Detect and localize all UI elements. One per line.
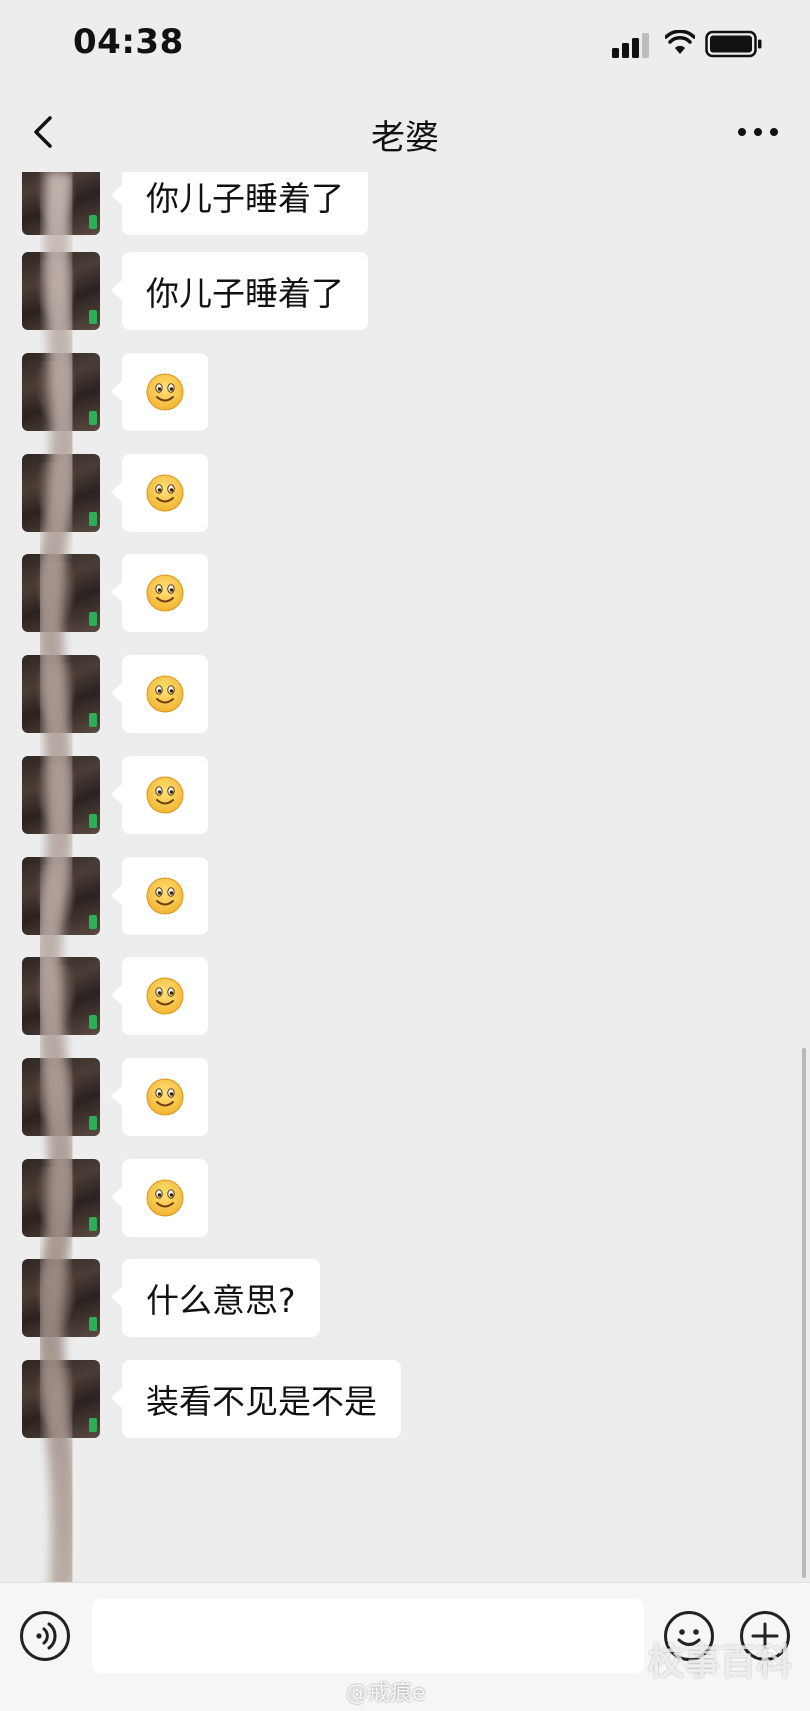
text-message-bubble[interactable]: 装看不见是不是	[111, 1360, 401, 1438]
avatar-badge	[89, 814, 97, 828]
smile-emoji-icon	[146, 1078, 184, 1116]
scroll-indicator[interactable]	[802, 1048, 806, 1578]
voice-icon	[36, 1622, 57, 1650]
smile-emoji-icon	[146, 373, 184, 411]
avatar-badge	[89, 1217, 97, 1231]
emoji-message-bubble[interactable]	[111, 857, 208, 935]
avatar-badge	[89, 1317, 97, 1331]
message-text: 你儿子睡着了	[146, 179, 344, 218]
contact-avatar[interactable]	[22, 252, 100, 330]
avatar-badge	[89, 512, 97, 526]
emoji-message-bubble[interactable]	[111, 957, 208, 1035]
signal-icon	[612, 33, 649, 58]
contact-avatar[interactable]	[22, 756, 100, 834]
battery-icon	[705, 30, 762, 58]
emoji-message-bubble[interactable]	[111, 1058, 208, 1136]
contact-avatar[interactable]	[22, 454, 100, 532]
chat-header: 老婆	[0, 92, 810, 172]
avatar-badge	[89, 215, 97, 229]
smile-emoji-icon	[146, 675, 184, 713]
smile-emoji-icon	[146, 877, 184, 915]
emoji-message-bubble[interactable]	[111, 655, 208, 733]
status-bar: 04:38	[0, 0, 810, 92]
smile-emoji-icon	[146, 977, 184, 1015]
emoji-message-bubble[interactable]	[111, 554, 208, 632]
avatar-badge	[89, 713, 97, 727]
voice-button[interactable]	[20, 1611, 70, 1661]
avatar-badge	[89, 1418, 97, 1432]
avatar-badge	[89, 612, 97, 626]
contact-avatar[interactable]	[22, 554, 100, 632]
contact-avatar[interactable]	[22, 655, 100, 733]
message-text: 你儿子睡着了	[146, 274, 344, 313]
message-text: 什么意思?	[146, 1281, 296, 1320]
emoji-message-bubble[interactable]	[111, 454, 208, 532]
contact-avatar[interactable]	[22, 1159, 100, 1237]
emoji-message-bubble[interactable]	[111, 756, 208, 834]
text-message-bubble[interactable]: 你儿子睡着了	[111, 252, 368, 330]
avatar-badge	[89, 411, 97, 425]
message-text: 装看不见是不是	[146, 1382, 377, 1421]
status-time: 04:38	[73, 22, 184, 62]
contact-avatar[interactable]	[22, 957, 100, 1035]
contact-avatar[interactable]	[22, 172, 100, 235]
message-list[interactable]: 你儿子睡着了 你儿子睡着了 什么意思? 装看不见是不是	[0, 172, 810, 1582]
smile-emoji-icon	[146, 474, 184, 512]
watermark-logo: 校事百科	[648, 1642, 793, 1683]
avatar-badge	[89, 1015, 97, 1029]
contact-avatar[interactable]	[22, 353, 100, 431]
contact-avatar[interactable]	[22, 1259, 100, 1337]
input-bar: 校事百科 @戒痕e	[0, 1582, 810, 1711]
avatar-badge	[89, 1116, 97, 1130]
smile-emoji-icon	[146, 776, 184, 814]
contact-avatar[interactable]	[22, 1360, 100, 1438]
message-input[interactable]	[92, 1599, 644, 1673]
text-message-bubble[interactable]: 你儿子睡着了	[111, 172, 368, 235]
smile-emoji-icon	[146, 1179, 184, 1217]
contact-avatar[interactable]	[22, 857, 100, 935]
contact-avatar[interactable]	[22, 1058, 100, 1136]
emoji-message-bubble[interactable]	[111, 353, 208, 431]
avatar-badge	[89, 310, 97, 324]
text-message-bubble[interactable]: 什么意思?	[111, 1259, 320, 1337]
wifi-icon	[665, 30, 695, 54]
emoji-message-bubble[interactable]	[111, 1159, 208, 1237]
more-dots-icon[interactable]	[736, 122, 780, 142]
chat-title: 老婆	[371, 118, 439, 158]
smile-emoji-icon	[146, 574, 184, 612]
avatar-badge	[89, 915, 97, 929]
watermark-weibo: @戒痕e	[346, 1681, 426, 1706]
